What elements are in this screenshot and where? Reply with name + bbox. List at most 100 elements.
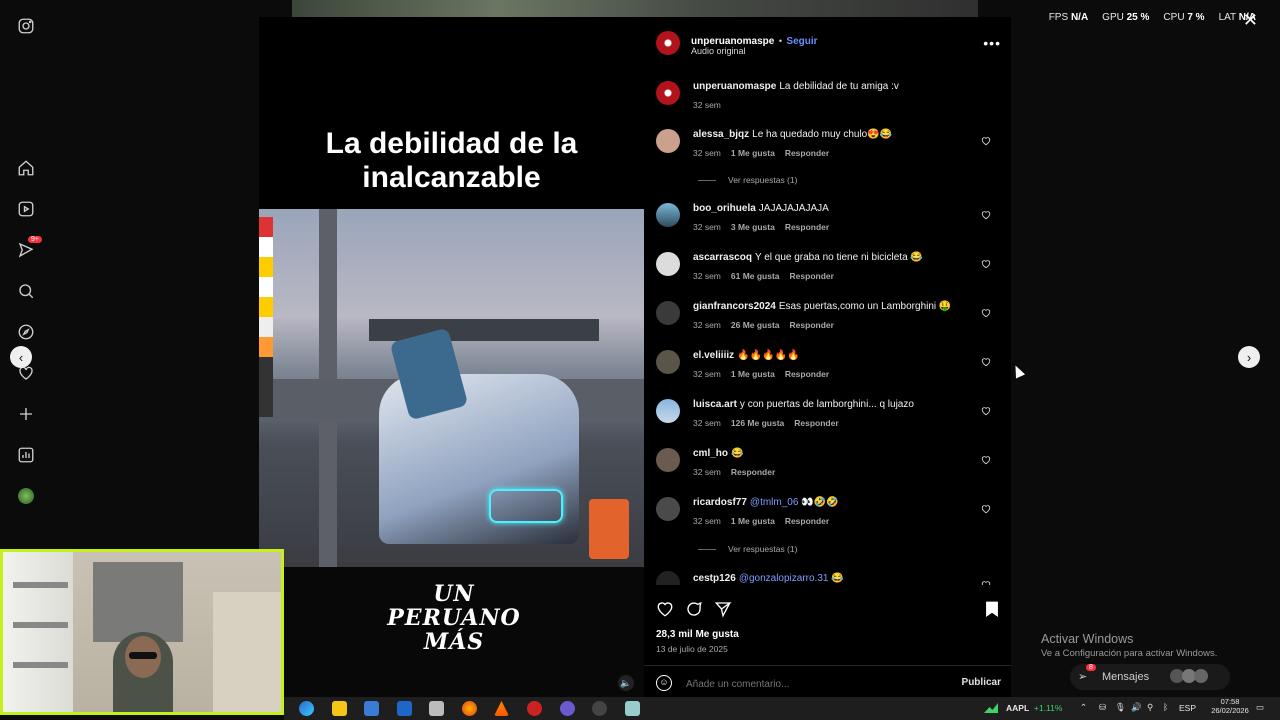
comment-likes[interactable]: 1 Me gusta bbox=[731, 369, 775, 379]
caption-username[interactable]: unperuanomaspe bbox=[693, 81, 776, 92]
comment-username[interactable]: boo_orihuela bbox=[693, 203, 756, 214]
store-icon[interactable] bbox=[364, 701, 379, 716]
comment-avatar[interactable] bbox=[656, 129, 680, 153]
comment-likes[interactable]: 1 Me gusta bbox=[731, 516, 775, 526]
comment-avatar[interactable] bbox=[656, 203, 680, 227]
previous-post-button[interactable]: ‹ bbox=[10, 346, 32, 368]
like-comment-icon[interactable] bbox=[981, 354, 991, 367]
comment-avatar[interactable] bbox=[656, 350, 680, 374]
like-comment-icon[interactable] bbox=[981, 577, 991, 585]
comment-avatar[interactable] bbox=[656, 497, 680, 521]
comment-username[interactable]: alessa_bjqz bbox=[693, 129, 749, 140]
chevron-up-icon[interactable]: ⌃ bbox=[1080, 702, 1087, 713]
caption-avatar[interactable] bbox=[656, 81, 680, 105]
volume-icon[interactable]: 🔊 bbox=[1131, 702, 1142, 713]
follow-button[interactable]: Seguir bbox=[786, 36, 817, 47]
vlc-icon[interactable] bbox=[494, 701, 509, 716]
close-icon[interactable]: ✕ bbox=[1243, 10, 1258, 31]
comment-username[interactable]: ascarrascoq bbox=[693, 252, 752, 263]
comment-username[interactable]: cml_ho bbox=[693, 448, 728, 459]
like-comment-icon[interactable] bbox=[981, 501, 991, 514]
comment-icon[interactable] bbox=[685, 600, 703, 618]
messages-icon[interactable]: 9+ bbox=[16, 236, 42, 260]
comment-input[interactable] bbox=[684, 674, 938, 694]
likes-count[interactable]: 28,3 mil Me gusta bbox=[656, 629, 739, 640]
comment-likes[interactable]: 61 Me gusta bbox=[731, 271, 780, 281]
discord-icon[interactable] bbox=[560, 701, 575, 716]
comment-likes[interactable]: 1 Me gusta bbox=[731, 148, 775, 158]
comment-mention[interactable]: @tmlm_06 bbox=[750, 497, 799, 508]
comment-username[interactable]: gianfrancors2024 bbox=[693, 301, 776, 312]
comment-time: 32 sem bbox=[693, 271, 721, 281]
reels-icon[interactable] bbox=[16, 199, 36, 219]
microphone-icon[interactable]: 🎙 bbox=[1115, 702, 1126, 713]
file-explorer-icon[interactable] bbox=[332, 701, 347, 716]
comment-username[interactable]: cestp126 bbox=[693, 573, 736, 584]
comment-avatar[interactable] bbox=[656, 301, 680, 325]
more-options-icon[interactable]: ••• bbox=[983, 35, 1001, 51]
network-icon[interactable]: ⛁ bbox=[1099, 702, 1106, 713]
language-indicator[interactable]: ESP bbox=[1179, 703, 1196, 713]
reply-button[interactable]: Responder bbox=[790, 320, 834, 330]
reply-button[interactable]: Responder bbox=[785, 516, 829, 526]
like-comment-icon[interactable] bbox=[981, 207, 991, 220]
reply-button[interactable]: Responder bbox=[790, 271, 834, 281]
like-comment-icon[interactable] bbox=[981, 403, 991, 416]
reply-button[interactable]: Responder bbox=[731, 467, 775, 477]
comment-likes[interactable]: 3 Me gusta bbox=[731, 222, 775, 232]
emoji-icon[interactable]: ☺ bbox=[656, 675, 672, 691]
obs-icon[interactable] bbox=[592, 701, 607, 716]
share-icon[interactable] bbox=[714, 600, 732, 618]
comment-username[interactable]: el.veliiiiz bbox=[693, 350, 734, 361]
search-icon[interactable] bbox=[16, 281, 36, 301]
reply-button[interactable]: Responder bbox=[785, 369, 829, 379]
recording-app-icon[interactable] bbox=[527, 701, 542, 716]
notification-center-icon[interactable]: ▭ bbox=[1256, 702, 1264, 713]
reply-button[interactable]: Responder bbox=[794, 418, 838, 428]
comment-avatar[interactable] bbox=[656, 448, 680, 472]
publish-button[interactable]: Publicar bbox=[962, 677, 1001, 688]
usb-icon[interactable]: ⚲ bbox=[1147, 702, 1153, 713]
author-avatar[interactable] bbox=[656, 31, 680, 55]
comment-likes[interactable]: 26 Me gusta bbox=[731, 320, 780, 330]
like-icon[interactable] bbox=[656, 600, 674, 618]
dashboard-icon[interactable] bbox=[16, 445, 36, 465]
like-comment-icon[interactable] bbox=[981, 133, 991, 146]
like-comment-icon[interactable] bbox=[981, 305, 991, 318]
profile-icon[interactable] bbox=[16, 486, 36, 506]
messages-pill-label: Mensajes bbox=[1102, 671, 1150, 683]
comment-username[interactable]: ricardosf77 bbox=[693, 497, 747, 508]
bluetooth-icon[interactable]: ᛒ bbox=[1163, 702, 1168, 712]
clock[interactable]: 07:58 26/02/2026 bbox=[1209, 697, 1251, 715]
app-icon[interactable] bbox=[429, 701, 444, 716]
like-comment-icon[interactable] bbox=[981, 256, 991, 269]
reply-button[interactable]: Responder bbox=[785, 222, 829, 232]
edge-icon[interactable] bbox=[299, 701, 314, 716]
comment-likes[interactable]: 126 Me gusta bbox=[731, 418, 784, 428]
logo-line3: MÁS bbox=[423, 629, 485, 655]
outlook-icon[interactable] bbox=[397, 701, 412, 716]
view-replies-button[interactable]: Ver respuestas (1) bbox=[698, 544, 797, 554]
instagram-icon[interactable] bbox=[16, 16, 36, 36]
mute-toggle[interactable]: 🔈 bbox=[618, 675, 634, 691]
comment-avatar[interactable] bbox=[656, 252, 680, 276]
reel-video[interactable]: La debilidad de la inalcanzable UN PERUA… bbox=[259, 17, 644, 697]
comment-avatar[interactable] bbox=[656, 399, 680, 423]
comment-username[interactable]: luisca.art bbox=[693, 399, 737, 410]
bookmark-icon[interactable] bbox=[983, 600, 1001, 618]
app-icon[interactable] bbox=[625, 701, 640, 716]
reply-button[interactable]: Responder bbox=[785, 148, 829, 158]
create-icon[interactable] bbox=[16, 404, 36, 424]
stock-ticker[interactable]: AAPL bbox=[1006, 703, 1029, 713]
home-icon[interactable] bbox=[16, 158, 36, 178]
firefox-icon[interactable] bbox=[462, 701, 477, 716]
view-replies-button[interactable]: Ver respuestas (1) bbox=[698, 175, 797, 185]
audio-label[interactable]: Audio original bbox=[691, 46, 746, 56]
next-post-button[interactable]: › bbox=[1238, 346, 1260, 368]
like-comment-icon[interactable] bbox=[981, 452, 991, 465]
comment-avatar[interactable] bbox=[656, 571, 680, 585]
comment-mention[interactable]: @gonzalopizarro.31 bbox=[739, 573, 829, 584]
explore-icon[interactable] bbox=[16, 322, 36, 342]
background-feed-strip bbox=[292, 0, 978, 17]
messages-pill[interactable]: ➢ 8 Mensajes bbox=[1070, 664, 1230, 690]
